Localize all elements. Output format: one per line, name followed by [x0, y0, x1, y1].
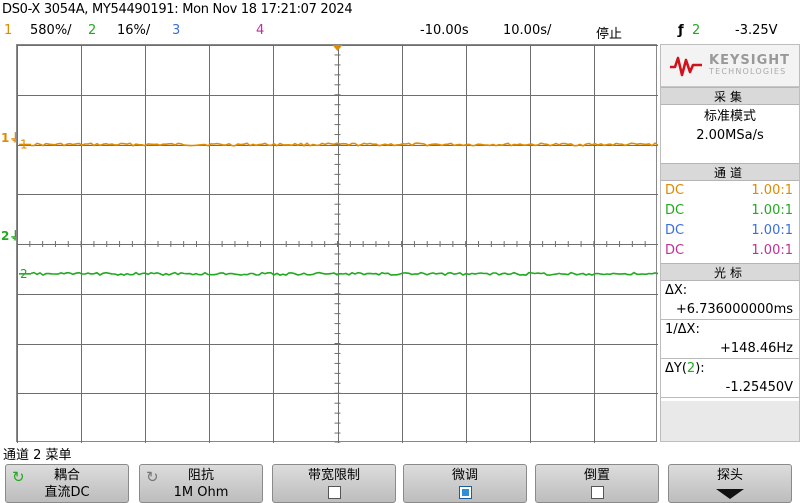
invert-softkey[interactable]: 倒置 [535, 464, 659, 503]
sample-rate: 2.00MSa/s [696, 128, 764, 143]
probe-label: 探头 [716, 468, 743, 483]
ch2-waveform [30, 271, 658, 277]
status-bar: 1 580%/ 2 16%/ 3 4 -10.00s 10.00s/ 停止 ƒ … [0, 21, 800, 42]
ch1-number[interactable]: 1 [4, 23, 12, 38]
rotate-knob-icon: ↻ [12, 468, 25, 486]
softkey-bar: ↻ 耦合 直流DC ↻ 阻抗 1M Ohm 带宽限制 微调 倒置 探头 [0, 462, 800, 503]
inverse-delta-x-value: +148.46Hz [661, 339, 799, 359]
horizontal-scale[interactable]: 10.00s/ [503, 23, 551, 38]
ch4-number[interactable]: 4 [256, 23, 264, 38]
channel-markers: 1⏚ 2⏚ [0, 44, 21, 442]
bandwidth-limit-checkbox[interactable] [327, 486, 341, 499]
channel-row-3: DC 1.00:1 [661, 221, 799, 241]
ch4-probe-ratio: 1.00:1 [751, 243, 793, 258]
impedance-softkey[interactable]: ↻ 阻抗 1M Ohm [139, 464, 263, 503]
ch2-probe-ratio: 1.00:1 [751, 203, 793, 218]
channel-row-4: DC 1.00:1 [661, 241, 799, 261]
cursors-header: 光标 [661, 263, 799, 281]
ch1-probe-ratio: 1.00:1 [751, 183, 793, 198]
keysight-wave-icon [670, 56, 702, 76]
fine-adjust-softkey[interactable]: 微调 [403, 464, 527, 503]
trigger-level[interactable]: -3.25V [735, 23, 778, 38]
delta-x-label: ΔX: [665, 283, 688, 298]
impedance-value: 1M Ohm [173, 485, 229, 500]
channel-row-1: DC 1.00:1 [661, 181, 799, 201]
waveform-display[interactable]: 12 [16, 44, 658, 443]
acquisition-section: 标准模式 2.00MSa/s [661, 105, 799, 163]
invert-label: 倒置 [583, 468, 610, 483]
inverse-delta-x-label: 1/ΔX: [665, 322, 700, 337]
cursors-section: ΔX: +6.736000000ms 1/ΔX: +148.46Hz ΔY(2)… [661, 281, 799, 401]
ch3-probe-ratio: 1.00:1 [751, 223, 793, 238]
ch2-trace-label: 2 [20, 267, 28, 281]
rotate-knob-icon: ↻ [146, 468, 159, 486]
delta-y-value: -1.25450V [661, 378, 799, 398]
screenshot-title: DS0-X 3054A, MY54490191: Mon Nov 18 17:2… [2, 2, 353, 17]
channel-row-2: DC 1.00:1 [661, 201, 799, 221]
channels-header: 通道 [661, 163, 799, 181]
delta-x-value: +6.736000000ms [661, 300, 799, 320]
ch2-coupling: DC [665, 203, 685, 218]
channels-section: DC 1.00:1 DC 1.00:1 DC 1.00:1 DC 1.00:1 [661, 181, 799, 263]
coupling-value: 直流DC [44, 485, 90, 500]
acquisition-header: 采集 [661, 87, 799, 105]
bandwidth-limit-softkey[interactable]: 带宽限制 [272, 464, 396, 503]
trigger-position-marker[interactable] [332, 45, 343, 51]
fine-adjust-label: 微调 [451, 468, 478, 483]
coupling-softkey[interactable]: ↻ 耦合 直流DC [5, 464, 129, 503]
trigger-edge-icon: ƒ [678, 23, 684, 38]
info-panel: KEYSIGHT TECHNOLOGIES 采集 标准模式 2.00MSa/s … [660, 44, 800, 442]
run-state[interactable]: 停止 [596, 23, 622, 42]
trigger-source[interactable]: 2 [692, 23, 700, 38]
ch4-coupling: DC [665, 243, 685, 258]
acquisition-mode: 标准模式 [703, 109, 756, 124]
ch2-scale[interactable]: 16%/ [117, 23, 150, 38]
probe-softkey[interactable]: 探头 [668, 464, 792, 503]
waveform-canvas: 12 [17, 45, 658, 443]
horizontal-delay[interactable]: -10.00s [420, 23, 469, 38]
invert-checkbox[interactable] [590, 486, 604, 499]
delta-y-label: ΔY(2): [665, 361, 705, 376]
menu-title: 通道 2 菜单 [3, 448, 72, 463]
bandwidth-limit-label: 带宽限制 [307, 468, 360, 483]
brand-logo: KEYSIGHT TECHNOLOGIES [661, 45, 799, 87]
ch3-number[interactable]: 3 [172, 23, 180, 38]
ch1-coupling: DC [665, 183, 685, 198]
ch1-scale[interactable]: 580%/ [30, 23, 72, 38]
ch3-coupling: DC [665, 223, 685, 238]
logo-main-text: KEYSIGHT [709, 52, 790, 68]
fine-adjust-checkbox[interactable] [458, 486, 472, 499]
ch1-trace-label: 1 [20, 138, 28, 152]
ch2-number[interactable]: 2 [88, 23, 96, 38]
logo-sub-text: TECHNOLOGIES [709, 66, 787, 76]
submenu-arrow-icon [716, 489, 744, 499]
